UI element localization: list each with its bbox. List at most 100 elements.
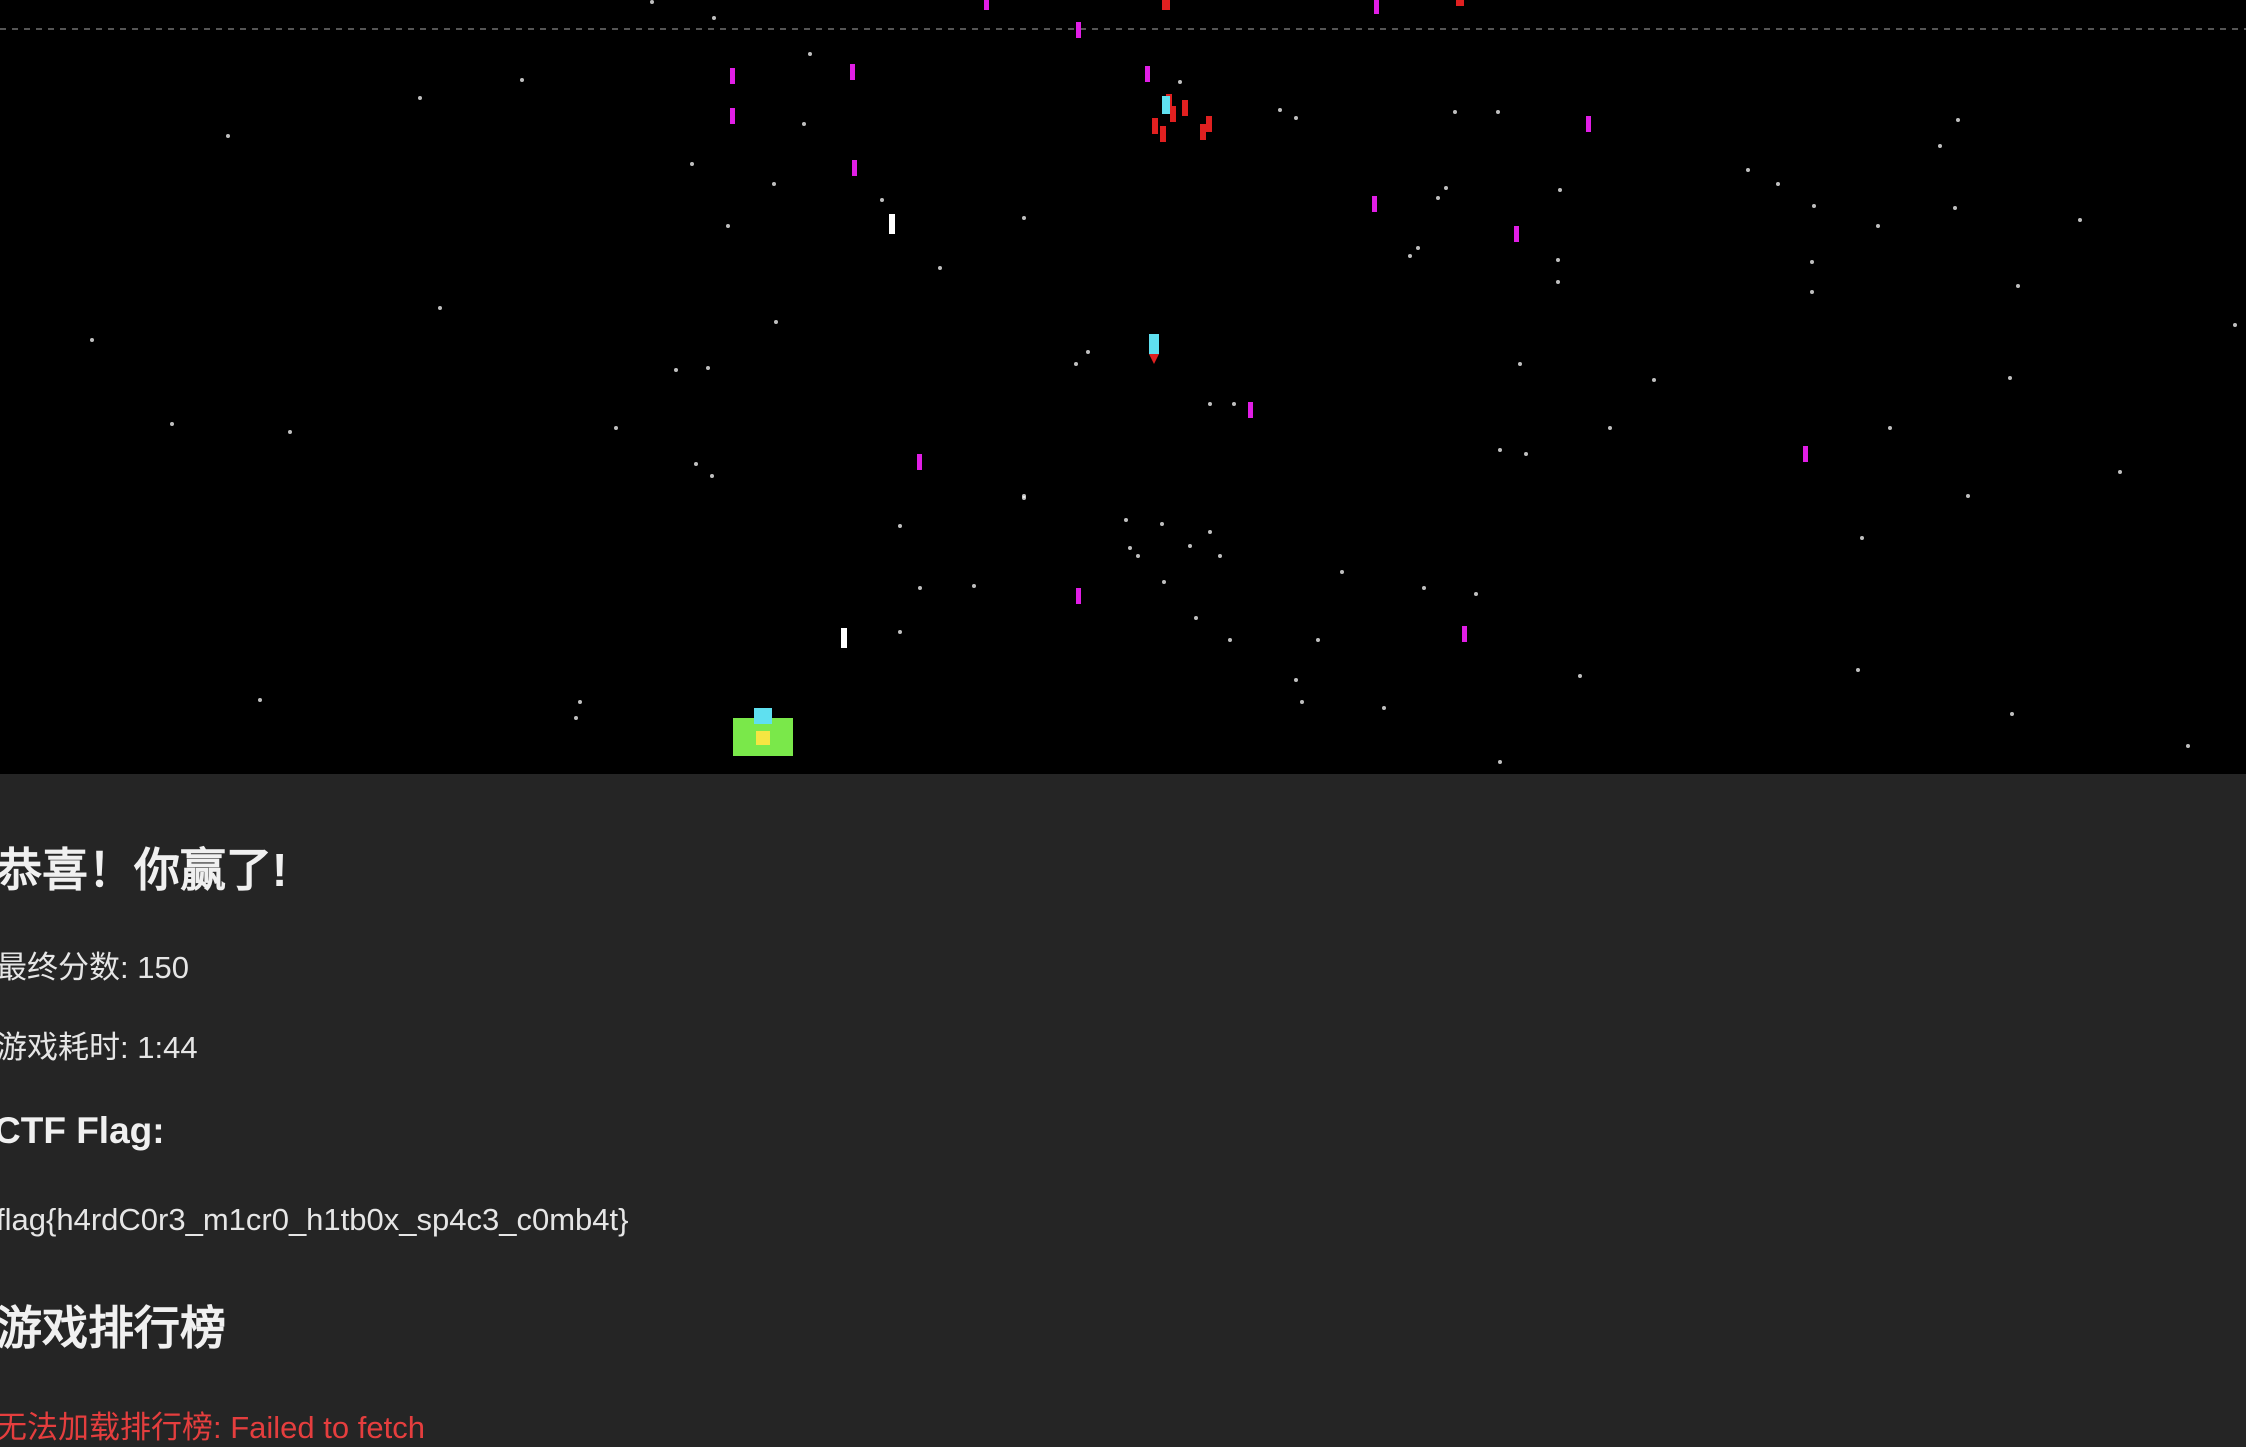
play-time: 游戏耗时: 1:44: [0, 1030, 198, 1065]
star: [1966, 494, 1970, 498]
star: [1160, 522, 1164, 526]
star: [1188, 544, 1192, 548]
space-background: [0, 0, 2246, 774]
star: [1136, 554, 1140, 558]
star: [1888, 426, 1892, 430]
enemy-ship-part: [1200, 124, 1206, 140]
star: [1022, 216, 1026, 220]
star: [898, 524, 902, 528]
star: [1518, 362, 1522, 366]
enemy-ship-part: [1182, 100, 1188, 116]
enemy-ship-part: [1206, 116, 1212, 132]
star: [2010, 712, 2014, 716]
player-bullet: [889, 214, 895, 234]
game-canvas[interactable]: [0, 0, 2246, 774]
star: [1556, 258, 1560, 262]
star: [288, 430, 292, 434]
star: [808, 52, 812, 56]
enemy-bullet: [1248, 402, 1253, 418]
enemy-bullet: [850, 64, 855, 80]
ctf-flag-heading: CTF Flag:: [0, 1110, 165, 1151]
player-bullet: [841, 628, 847, 648]
star: [1300, 700, 1304, 704]
enemy-bullet: [1145, 66, 1150, 82]
star: [1444, 186, 1448, 190]
star: [2233, 323, 2237, 327]
star: [1652, 378, 1656, 382]
enemy-ship-part: [1160, 126, 1166, 142]
star: [918, 586, 922, 590]
star: [694, 462, 698, 466]
missile-body: [1149, 334, 1159, 354]
star: [1860, 536, 1864, 540]
enemy-ship-core: [1162, 96, 1170, 114]
star: [2118, 470, 2122, 474]
star: [578, 700, 582, 704]
star: [674, 368, 678, 372]
star: [772, 182, 776, 186]
enemy-bullet: [730, 108, 735, 124]
enemy-bullet: [984, 0, 989, 10]
enemy-bullet: [1514, 226, 1519, 242]
star: [1086, 350, 1090, 354]
star: [1124, 518, 1128, 522]
enemy-bullet: [730, 68, 735, 84]
star: [1608, 426, 1612, 430]
game-over-panel: 恭喜！你赢了! 最终分数: 150 游戏耗时: 1:44 CTF Flag: f…: [0, 774, 2246, 1445]
leaderboard-error: 无法加载排行榜: Failed to fetch: [0, 1410, 425, 1445]
star: [972, 584, 976, 588]
star: [1294, 116, 1298, 120]
star: [1556, 280, 1560, 284]
star: [170, 422, 174, 426]
ctf-flag-value: flag{h4rdC0r3_m1cr0_h1tb0x_sp4c3_c0mb4t}: [0, 1202, 629, 1237]
star: [1128, 546, 1132, 550]
player-ship-cockpit: [754, 708, 772, 724]
star: [2008, 376, 2012, 380]
win-title: 恭喜！你赢了!: [0, 844, 288, 896]
star: [1496, 110, 1500, 114]
star: [1810, 260, 1814, 264]
star: [2078, 218, 2082, 222]
star: [1558, 188, 1562, 192]
star: [706, 366, 710, 370]
star: [90, 338, 94, 342]
star: [1812, 204, 1816, 208]
star: [802, 122, 806, 126]
enemy-ship: [1456, 0, 1464, 6]
star: [1178, 80, 1182, 84]
star: [726, 224, 730, 228]
game-scene: [0, 0, 2246, 774]
star: [574, 716, 578, 720]
star: [774, 320, 778, 324]
enemy-ship-part: [1152, 118, 1158, 134]
star: [1810, 290, 1814, 294]
star: [1524, 452, 1528, 456]
star: [1294, 678, 1298, 682]
star: [1422, 586, 1426, 590]
star: [614, 426, 618, 430]
star: [1228, 638, 1232, 642]
star: [1218, 554, 1222, 558]
star: [1208, 530, 1212, 534]
star: [1382, 706, 1386, 710]
star: [520, 78, 524, 82]
star: [650, 0, 654, 4]
enemy-bullet: [1462, 626, 1467, 642]
star: [1162, 580, 1166, 584]
star: [1578, 674, 1582, 678]
star: [1022, 494, 1026, 498]
star: [1408, 254, 1412, 258]
enemy-bullet: [1586, 116, 1591, 132]
star: [1232, 402, 1236, 406]
player-ship-core: [756, 731, 770, 745]
star: [1856, 668, 1860, 672]
star: [1436, 196, 1440, 200]
star: [1340, 570, 1344, 574]
enemy-bullet: [1076, 588, 1081, 604]
star: [690, 162, 694, 166]
star: [1474, 592, 1478, 596]
star: [258, 698, 262, 702]
star: [938, 266, 942, 270]
enemy-bullet: [852, 160, 857, 176]
star: [1208, 402, 1212, 406]
